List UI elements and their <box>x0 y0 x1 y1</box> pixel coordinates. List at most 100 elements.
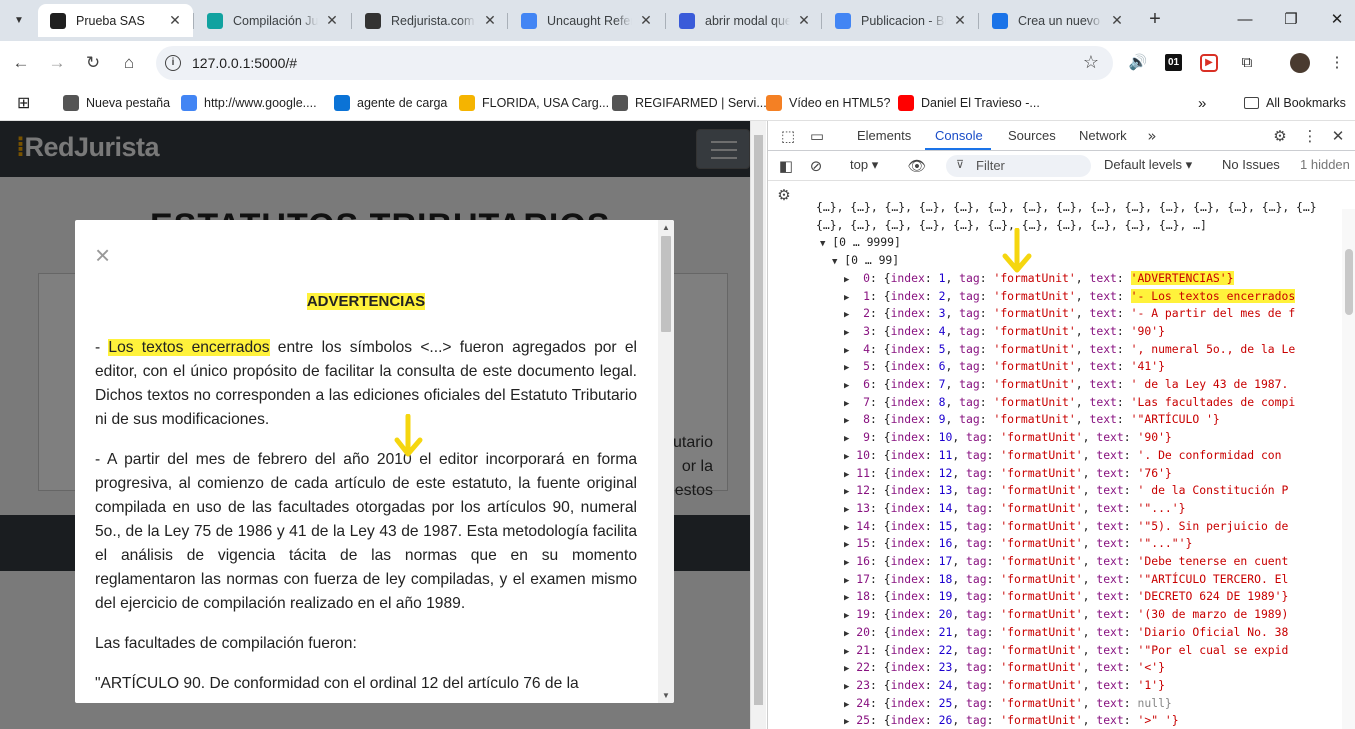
log-levels-dropdown[interactable]: Default levels ▾ <box>1104 157 1192 173</box>
context-label: top <box>850 157 869 172</box>
filter-icon: ⊽ <box>956 159 965 171</box>
bookmarks-bar: ⊞ Nueva pestaña http://www.google.... agen… <box>0 85 1355 121</box>
sidebar-toggle-icon[interactable]: ◧ <box>776 156 796 176</box>
tab-close-icon[interactable]: ✕ <box>482 12 498 29</box>
google-icon <box>521 12 537 29</box>
modal-scrollbar[interactable]: ▲ ▼ <box>658 220 674 703</box>
gemini-icon <box>992 12 1008 29</box>
tab-close-icon[interactable]: ✕ <box>1109 12 1125 29</box>
bookmark-item[interactable]: Daniel El Travieso -... <box>898 93 1040 113</box>
tab-close-icon[interactable]: ✕ <box>167 12 183 29</box>
close-window-icon[interactable]: ✕ <box>1322 8 1352 32</box>
menu-kebab-icon[interactable]: ⋮ <box>1327 53 1347 73</box>
tab-close-icon[interactable]: ✕ <box>952 12 968 29</box>
speaker-icon[interactable]: 🔊 <box>1128 53 1148 73</box>
extension-01-icon[interactable]: 01 <box>1165 54 1182 71</box>
modal-heading: ADVERTENCIAS <box>306 293 426 310</box>
globe-icon <box>63 95 79 111</box>
modal-scroll-thumb[interactable] <box>661 236 671 332</box>
home-icon[interactable]: ⌂ <box>117 51 141 75</box>
youtube-icon <box>898 95 914 111</box>
new-tab-button[interactable]: + <box>1144 8 1166 32</box>
minimize-icon[interactable]: — <box>1230 8 1260 32</box>
bookmark-item[interactable]: Nueva pestaña <box>63 93 170 113</box>
tab-sources[interactable]: Sources <box>1008 128 1056 143</box>
reload-icon[interactable]: ↻ <box>81 51 105 75</box>
tab-search-icon[interactable]: ▼ <box>7 8 31 32</box>
back-icon[interactable]: ← <box>9 51 33 75</box>
console-entry-row[interactable]: ▶ 25: {index: 26, tag: 'formatUnit', tex… <box>844 712 1179 729</box>
forward-icon[interactable]: → <box>45 51 69 75</box>
browser-tab[interactable]: Prueba SAS ✕ <box>38 4 193 37</box>
tab-title: Prueba SAS <box>76 13 145 28</box>
web-page: ⁞RedJurista ESTATUTOS TRIBUTARIOS utario… <box>0 121 750 729</box>
tab-title: Crea un nuevo p <box>1018 13 1103 28</box>
modal-close-icon[interactable]: × <box>95 242 110 268</box>
tab-close-icon[interactable]: ✕ <box>638 12 654 29</box>
all-bookmarks-label: All Bookmarks <box>1266 96 1346 110</box>
bookmark-item[interactable]: http://www.google.... <box>181 93 317 113</box>
annotation-arrow-icon <box>394 414 423 457</box>
browser-tab[interactable]: abrir modal que ✕ <box>667 4 822 37</box>
bookmark-label: Vídeo en HTML5? <box>789 96 891 110</box>
bookmark-label: Daniel El Travieso -... <box>921 96 1040 110</box>
folder-icon <box>1244 97 1259 109</box>
browser-tab[interactable]: Redjurista.com - ✕ <box>353 4 508 37</box>
browser-tab[interactable]: Compilación Jur ✕ <box>195 4 350 37</box>
clear-console-icon[interactable]: ⊘ <box>806 156 826 176</box>
profile-avatar[interactable] <box>1290 53 1310 73</box>
live-expression-eye-icon[interactable]: 👁 <box>907 156 927 176</box>
console-toolbar: ◧ ⊘ top ▾ 👁 ⊽ Filter Default levels ▾ No… <box>768 151 1355 181</box>
scroll-down-icon[interactable]: ▼ <box>662 691 670 700</box>
site-info-icon[interactable]: i <box>165 55 181 71</box>
r-logo-icon <box>365 12 381 29</box>
console-scrollbar[interactable] <box>1342 209 1355 729</box>
inspect-element-icon[interactable]: ⬚ <box>778 126 798 146</box>
tab-console[interactable]: Console <box>935 128 983 143</box>
modal-paragraph-1: - Los textos encerrados entre los símbol… <box>95 339 637 428</box>
tab-title: Compilación Jur <box>233 13 318 28</box>
more-tabs-icon[interactable]: » <box>1142 126 1162 146</box>
console-output: {…}, {…}, {…}, {…}, {…}, {…}, {…}, {…}, … <box>768 201 1343 729</box>
extensions-puzzle-icon[interactable]: ⧉ <box>1237 53 1257 73</box>
bookmark-star-icon[interactable]: ☆ <box>1083 52 1099 73</box>
devtools-close-icon[interactable]: ✕ <box>1328 126 1348 146</box>
tab-network[interactable]: Network <box>1079 128 1127 143</box>
tab-close-icon[interactable]: ✕ <box>324 12 340 29</box>
annotation-arrow-icon <box>1002 228 1032 273</box>
extension-red-icon[interactable]: ▶ <box>1200 54 1218 72</box>
highlighted-text: Los textos encerrados <box>108 339 270 356</box>
bookmark-item[interactable]: agente de carga <box>334 93 447 113</box>
google-icon <box>835 12 851 29</box>
tab-title: abrir modal que <box>705 13 790 28</box>
settings-gear-icon[interactable]: ⚙ <box>1270 126 1290 146</box>
browser-tab[interactable]: Crea un nuevo p ✕ <box>980 4 1135 37</box>
bookmark-item[interactable]: FLORIDA, USA Carg... <box>459 93 609 113</box>
scroll-up-icon[interactable]: ▲ <box>662 223 670 232</box>
bookmark-item[interactable]: Vídeo en HTML5? <box>766 93 890 113</box>
maximize-icon[interactable]: ❐ <box>1276 8 1306 32</box>
page-scrollbar[interactable] <box>750 121 766 729</box>
more-bookmarks-icon[interactable]: » <box>1198 93 1206 113</box>
modal-paragraph-2: - A partir del mes de febrero del año 20… <box>95 451 637 612</box>
device-toolbar-icon[interactable]: ▭ <box>807 126 827 146</box>
context-selector[interactable]: top ▾ <box>850 157 878 173</box>
url-text[interactable]: 127.0.0.1:5000/# <box>192 55 297 71</box>
tab-close-icon[interactable]: ✕ <box>796 12 812 29</box>
active-tab-underline <box>925 148 991 150</box>
all-bookmarks-button[interactable]: All Bookmarks <box>1244 93 1346 113</box>
address-bar[interactable]: i 127.0.0.1:5000/# ☆ <box>156 46 1113 80</box>
filter-input[interactable]: ⊽ Filter <box>946 155 1091 177</box>
bookmark-item[interactable]: REGIFARMED | Servi... <box>612 93 767 113</box>
advertencias-modal: × ADVERTENCIAS - Los textos encerrados e… <box>75 220 674 703</box>
range-inner-label: [0 … 99] <box>844 253 900 268</box>
devtools-menu-icon[interactable]: ⋮ <box>1300 126 1320 146</box>
issues-button[interactable]: No Issues <box>1222 157 1280 172</box>
apps-grid-icon[interactable]: ⊞ <box>17 93 30 113</box>
home-icon <box>459 95 475 111</box>
browser-tab[interactable]: Uncaught Refere ✕ <box>509 4 664 37</box>
devtools-panel: ⬚ ▭ Elements Console Sources Network » ⚙… <box>767 121 1355 729</box>
tab-elements[interactable]: Elements <box>857 128 911 143</box>
globe-icon <box>612 95 628 111</box>
browser-tab[interactable]: Publicacion - Bu ✕ <box>823 4 978 37</box>
